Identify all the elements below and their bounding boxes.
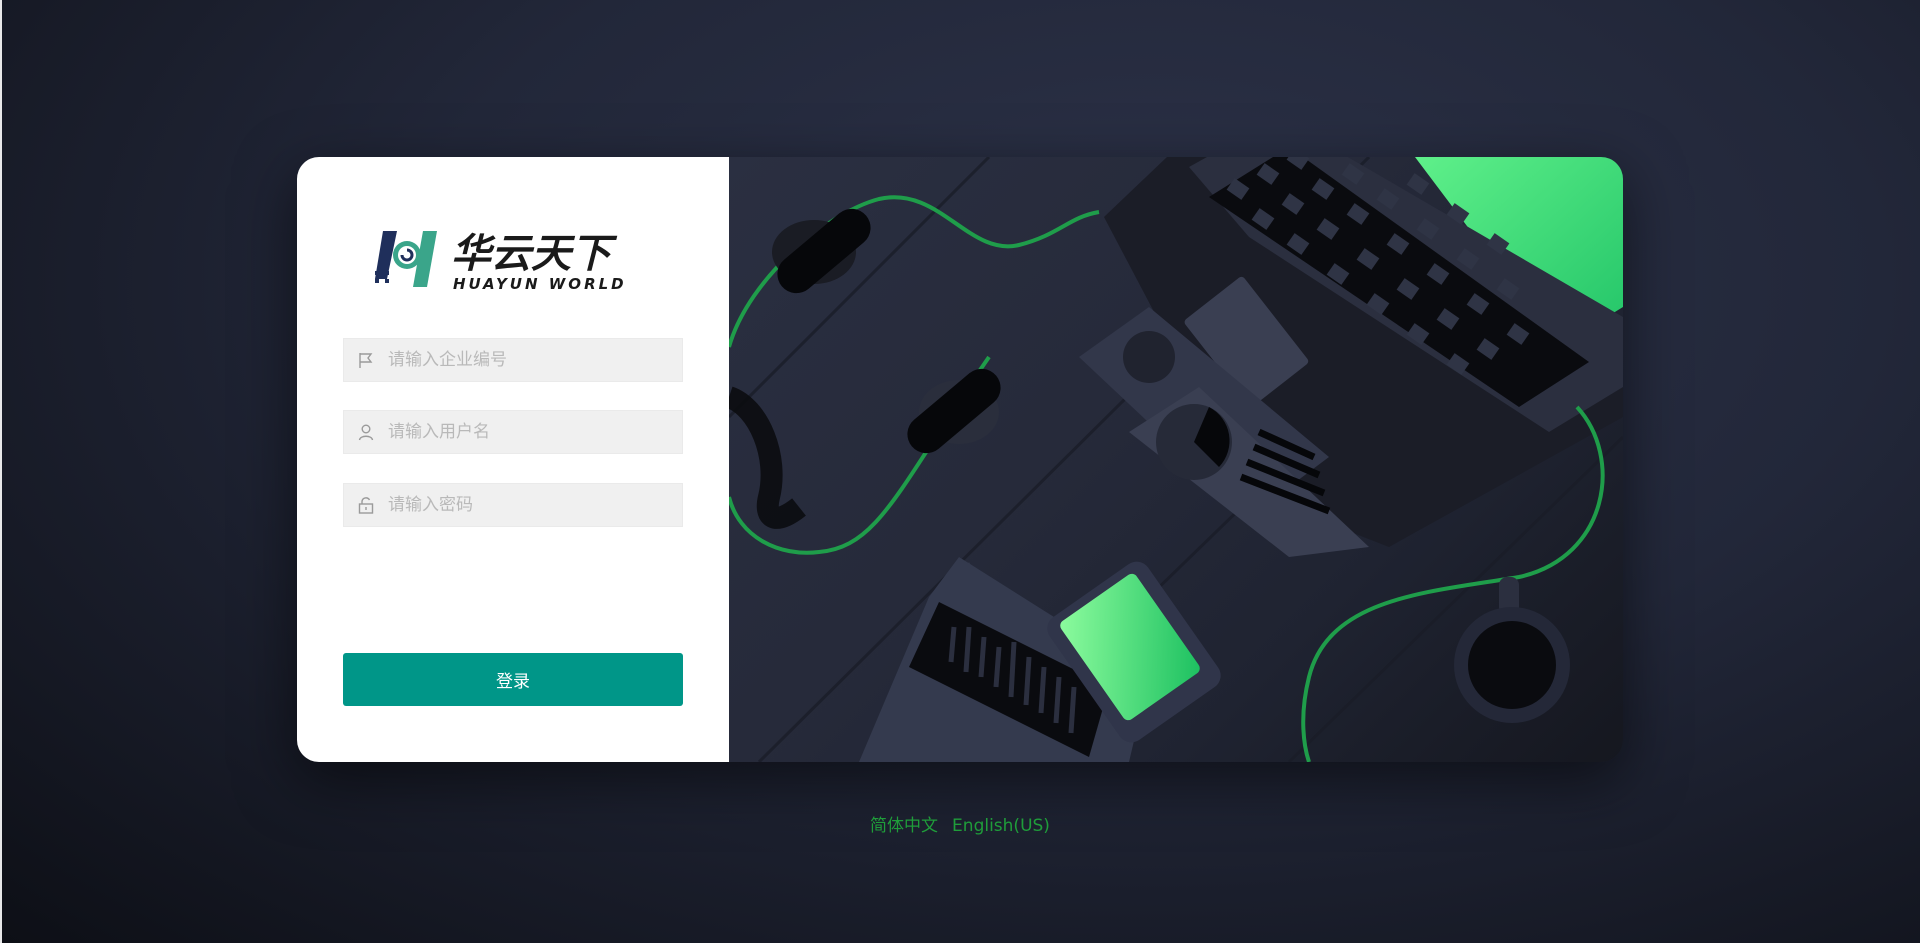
password-input[interactable] xyxy=(388,495,668,515)
company-id-field[interactable] xyxy=(343,338,683,382)
password-field[interactable] xyxy=(343,483,683,527)
window-edge xyxy=(0,0,2,943)
user-icon xyxy=(356,422,376,442)
flag-icon xyxy=(356,350,376,370)
username-input[interactable] xyxy=(388,422,668,442)
illustration-panel xyxy=(729,157,1623,762)
logo-english-text: HUAYUN WORLD xyxy=(453,275,627,293)
login-panel: 华云天下 HUAYUN WORLD 登录 xyxy=(297,157,729,762)
lock-icon xyxy=(356,495,376,515)
login-button[interactable]: 登录 xyxy=(343,653,683,706)
language-switcher: 简体中文 English(US) xyxy=(0,811,1920,836)
desk-illustration xyxy=(729,157,1623,762)
login-card: 华云天下 HUAYUN WORLD 登录 xyxy=(297,157,1623,762)
company-id-input[interactable] xyxy=(388,350,668,370)
lang-option-zh[interactable]: 简体中文 xyxy=(870,816,938,836)
username-field[interactable] xyxy=(343,410,683,454)
logo-mark xyxy=(375,231,437,287)
headphones xyxy=(729,195,1100,555)
logo-chinese-text: 华云天下 xyxy=(451,231,618,277)
lang-option-en[interactable]: English(US) xyxy=(952,816,1050,836)
company-logo: 华云天下 HUAYUN WORLD xyxy=(375,231,627,293)
